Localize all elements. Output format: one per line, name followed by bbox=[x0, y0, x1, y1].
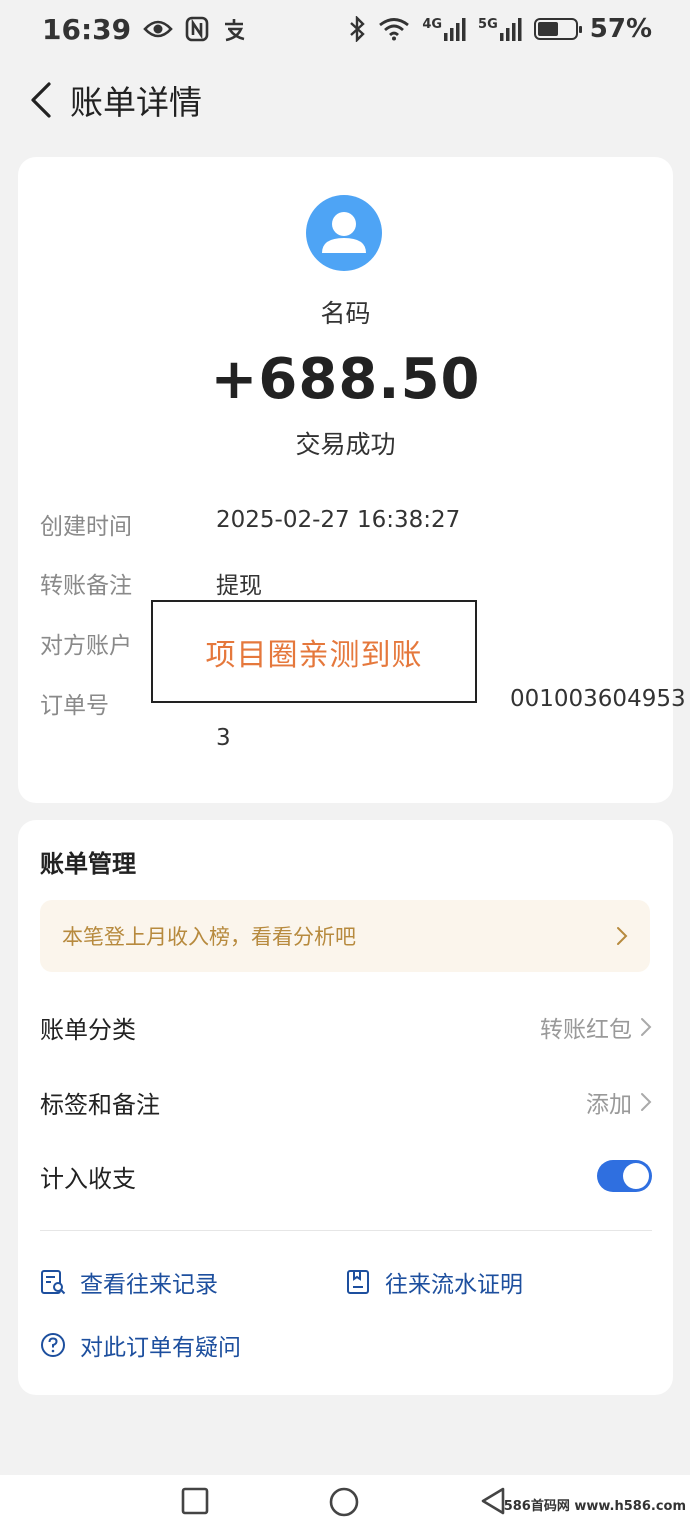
tags-notes-right: 添加 bbox=[586, 1085, 652, 1119]
transaction-proof-link[interactable]: 往来流水证明 bbox=[345, 1265, 523, 1299]
battery-fill bbox=[537, 22, 559, 36]
page-title: 账单详情 bbox=[70, 83, 202, 122]
back-button[interactable] bbox=[18, 70, 62, 130]
avatar bbox=[306, 195, 382, 271]
created-value: 2025-02-27 16:38:27 bbox=[216, 507, 461, 533]
signal-icon bbox=[444, 18, 466, 41]
bill-category-value: 转账红包 bbox=[540, 1017, 632, 1043]
view-history-text: 查看往来记录 bbox=[80, 1272, 218, 1298]
status-right: 4G 5G 57% bbox=[348, 14, 652, 44]
chevron-right-icon bbox=[617, 927, 628, 945]
bill-category-right: 转账红包 bbox=[540, 1010, 652, 1044]
promo-text: 本笔登上月收入榜，看看分析吧 bbox=[62, 925, 356, 949]
trade-status: 交易成功 bbox=[295, 430, 396, 459]
document-icon bbox=[347, 1270, 369, 1294]
home-button[interactable] bbox=[329, 1487, 359, 1521]
signal-5g: 5G bbox=[478, 17, 522, 41]
remark-label: 转账备注 bbox=[40, 573, 132, 599]
include-income-row: 计入收支 bbox=[40, 1151, 652, 1201]
site-watermark: 586首码网 www.h586.com bbox=[503, 1499, 686, 1514]
order-number-wrap: 3 bbox=[216, 725, 231, 751]
order-question-link[interactable]: 对此订单有疑问 bbox=[40, 1328, 241, 1362]
battery-percent: 57% bbox=[589, 14, 652, 44]
triangle-back-icon bbox=[481, 1487, 505, 1515]
alipay-icon bbox=[225, 19, 245, 42]
section-title: 账单管理 bbox=[40, 850, 136, 878]
toggle-knob bbox=[623, 1163, 649, 1189]
order-question-text: 对此订单有疑问 bbox=[80, 1335, 241, 1361]
bill-category-label: 账单分类 bbox=[40, 1015, 136, 1044]
bill-summary-card: 名码 +688.50 交易成功 创建时间 2025-02-27 16:38:27… bbox=[18, 157, 686, 803]
nav-bar: 账单详情 bbox=[0, 58, 690, 142]
bluetooth-icon bbox=[350, 16, 366, 42]
remark-value: 提现 bbox=[216, 573, 262, 599]
chevron-left-icon bbox=[31, 82, 51, 118]
view-history-link[interactable]: 查看往来记录 bbox=[40, 1265, 218, 1299]
payee-name: 名码 bbox=[320, 299, 371, 328]
account-label: 对方账户 bbox=[40, 633, 132, 659]
battery-icon bbox=[533, 18, 582, 40]
chevron-right-icon bbox=[641, 1093, 652, 1111]
nfc-icon bbox=[185, 16, 209, 42]
recent-apps-button[interactable] bbox=[181, 1487, 209, 1519]
created-label: 创建时间 bbox=[40, 514, 132, 540]
bill-category-row[interactable]: 账单分类 转账红包 bbox=[40, 1002, 652, 1052]
amount: +688.50 bbox=[210, 347, 481, 412]
include-income-toggle[interactable] bbox=[597, 1160, 652, 1192]
status-time: 16:39 bbox=[42, 12, 132, 46]
tags-notes-value: 添加 bbox=[586, 1092, 632, 1118]
divider bbox=[40, 1230, 652, 1231]
overlay-watermark-text: 项目圈亲测到账 bbox=[205, 637, 423, 673]
square-icon bbox=[181, 1487, 209, 1515]
tags-notes-row[interactable]: 标签和备注 添加 bbox=[40, 1077, 652, 1127]
status-bar: 16:39 4G 5G 57% bbox=[0, 0, 690, 58]
back-system-button[interactable] bbox=[480, 1487, 506, 1519]
system-nav-bar: 586首码网 www.h586.com bbox=[0, 1475, 690, 1527]
tags-notes-label: 标签和备注 bbox=[40, 1090, 160, 1119]
network-5g-label: 5G bbox=[478, 17, 498, 32]
chevron-right-icon bbox=[641, 1018, 652, 1036]
signal-icon bbox=[499, 18, 522, 41]
include-income-label: 计入收支 bbox=[40, 1164, 136, 1193]
wifi-icon bbox=[379, 18, 410, 41]
bill-management-card: 账单管理 本笔登上月收入榜，看看分析吧 账单分类 转账红包 标签和备注 添加 计… bbox=[18, 820, 673, 1395]
eye-icon bbox=[143, 20, 173, 38]
income-rank-banner[interactable]: 本笔登上月收入榜，看看分析吧 bbox=[40, 900, 650, 972]
question-circle-icon bbox=[41, 1333, 65, 1357]
overlay-watermark-box: 项目圈亲测到账 bbox=[151, 600, 477, 703]
circle-icon bbox=[329, 1487, 359, 1517]
order-label: 订单号 bbox=[40, 693, 109, 719]
signal-4g: 4G bbox=[422, 17, 466, 41]
transaction-proof-text: 往来流水证明 bbox=[385, 1272, 523, 1298]
user-icon bbox=[322, 212, 366, 253]
order-number-tail: 001003604953 bbox=[510, 686, 686, 712]
record-search-icon bbox=[41, 1270, 66, 1295]
network-4g-label: 4G bbox=[422, 17, 443, 32]
status-left: 16:39 bbox=[42, 13, 247, 46]
detail-row-created: 创建时间 2025-02-27 16:38:27 bbox=[40, 507, 660, 547]
